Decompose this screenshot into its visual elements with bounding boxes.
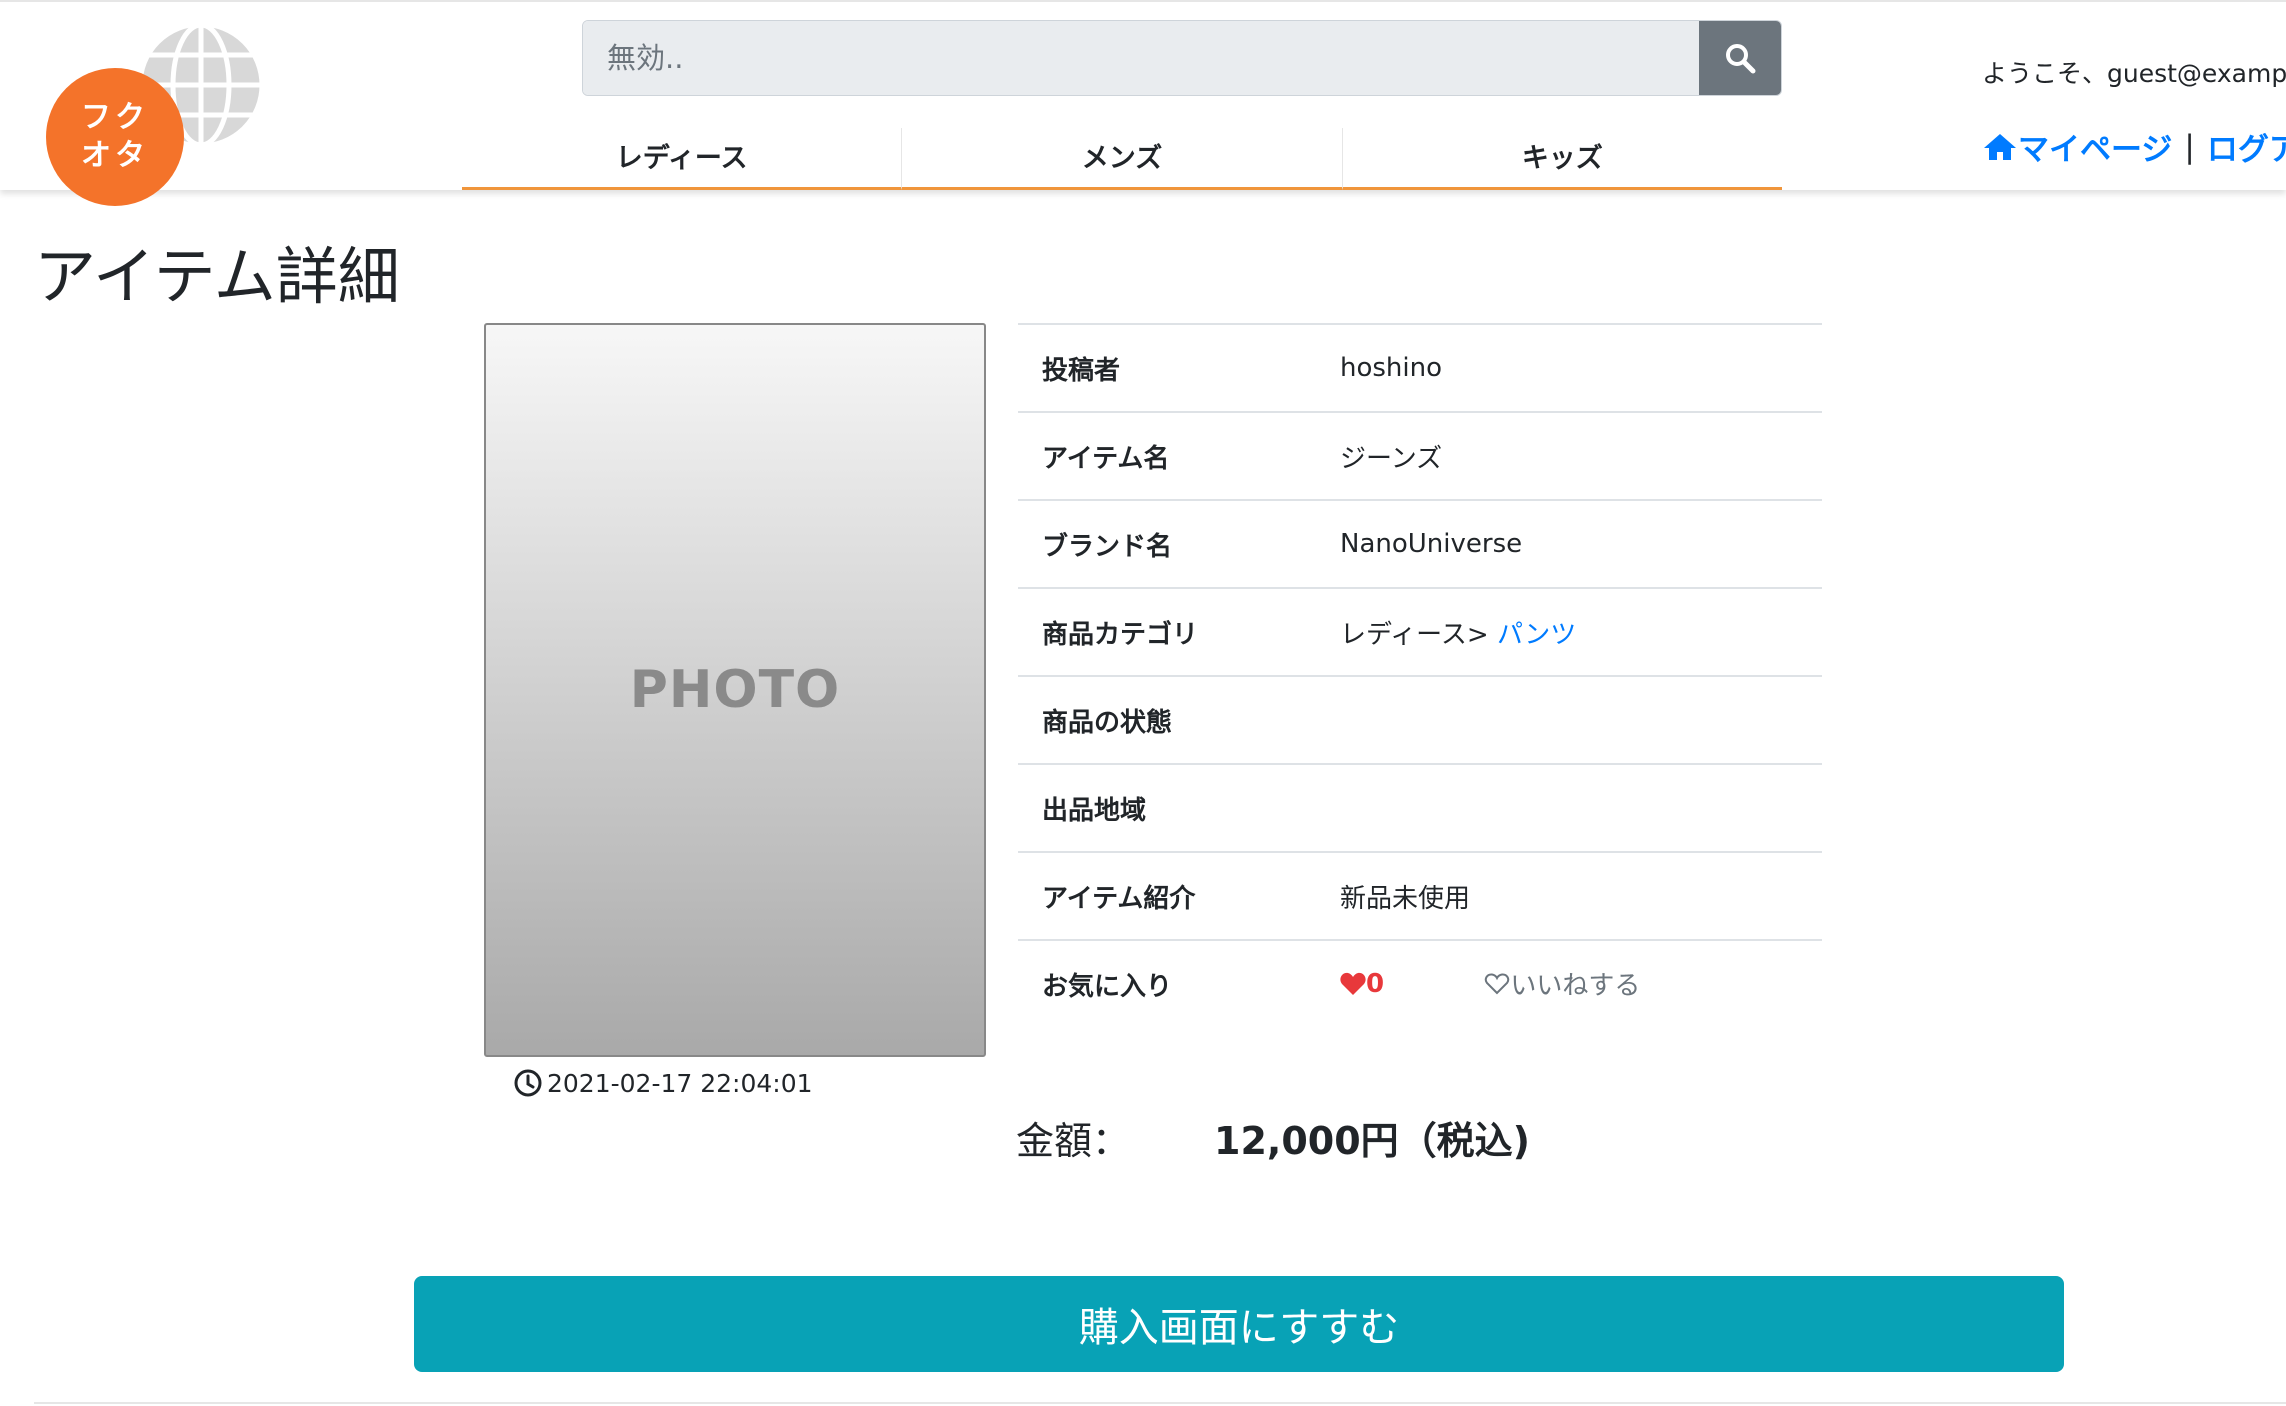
search-button[interactable]: [1699, 21, 1781, 95]
page-title: アイテム詳細: [34, 240, 400, 313]
search-input[interactable]: [583, 21, 1699, 95]
category-key: 商品カテゴリ: [1018, 587, 1316, 676]
logo-text-line1: フク: [81, 100, 149, 135]
site-header: フク オタ レディース メンズ キッズ ようこそ、guest@examp マイペ…: [0, 0, 2286, 206]
search-icon: [1726, 44, 1756, 74]
price-value: 12,000円（税込): [1214, 1119, 1531, 1163]
item-photo: PHOTO: [484, 323, 986, 1057]
brand-value: NanoUniverse: [1316, 499, 1822, 588]
favorite-key: お気に入り: [1018, 939, 1316, 1027]
category-nav: レディース メンズ キッズ: [462, 128, 1782, 190]
mypage-label: マイページ: [2018, 132, 2173, 168]
footer-divider: [34, 1402, 2286, 1404]
like-label: いいねする: [1510, 971, 1641, 1002]
favorite-count-value: 0: [1366, 968, 1385, 999]
price-row: 金額： 12,000円（税込): [1016, 1110, 1530, 1165]
favorite-value: 0 いいねする: [1316, 939, 1822, 1027]
logo-text-line2: オタ: [81, 138, 149, 173]
link-separator: |: [2184, 128, 2195, 165]
region-value: [1316, 763, 1822, 852]
category-value: レディース> パンツ: [1316, 587, 1822, 676]
item-name-value: ジーンズ: [1316, 411, 1822, 500]
table-row: お気に入り 0 いいねする: [1018, 939, 1822, 1027]
intro-key: アイテム紹介: [1018, 851, 1316, 940]
welcome-text: ようこそ、guest@examp: [1982, 59, 2286, 88]
posted-timestamp: 2021-02-17 22:04:01: [513, 1068, 813, 1098]
photo-placeholder-label: PHOTO: [629, 660, 841, 720]
mypage-link[interactable]: マイページ: [1982, 124, 2172, 169]
search-bar: [582, 20, 1782, 96]
table-row: 出品地域: [1018, 763, 1822, 852]
condition-value: [1316, 675, 1822, 764]
condition-key: 商品の状態: [1018, 675, 1316, 764]
logo-badge: フク オタ: [46, 68, 184, 206]
region-key: 出品地域: [1018, 763, 1316, 852]
site-logo[interactable]: フク オタ: [46, 20, 276, 206]
favorite-count: 0: [1340, 969, 1384, 999]
tab-mens[interactable]: メンズ: [902, 128, 1343, 190]
price-label: 金額：: [1016, 1119, 1131, 1163]
intro-value: 新品未使用: [1316, 851, 1822, 940]
brand-key: ブランド名: [1018, 499, 1316, 588]
heart-outline-icon: [1485, 973, 1510, 995]
tab-kids[interactable]: キッズ: [1342, 128, 1782, 190]
table-row: アイテム紹介 新品未使用: [1018, 851, 1822, 940]
table-row: ブランド名 NanoUniverse: [1018, 499, 1822, 588]
category-child-link[interactable]: パンツ: [1497, 620, 1576, 650]
proceed-to-purchase-button[interactable]: 購入画面にすすむ: [414, 1276, 2064, 1372]
poster-value: hoshino: [1316, 323, 1822, 412]
logout-link[interactable]: ログア: [2207, 124, 2286, 169]
item-name-key: アイテム名: [1018, 411, 1316, 500]
table-row: 投稿者 hoshino: [1018, 323, 1822, 412]
poster-key: 投稿者: [1018, 323, 1316, 412]
table-row: 商品の状態: [1018, 675, 1822, 764]
item-details-table: 投稿者 hoshino アイテム名 ジーンズ ブランド名 NanoUnivers…: [1018, 323, 1822, 1027]
like-button[interactable]: いいねする: [1484, 965, 1640, 1002]
heart-filled-icon: [1340, 972, 1366, 995]
user-links: マイページ | ログア: [1982, 124, 2286, 169]
timestamp-text: 2021-02-17 22:04:01: [547, 1068, 813, 1098]
category-parent: レディース>: [1340, 619, 1489, 650]
clock-icon: [514, 1069, 542, 1097]
home-icon: [1984, 133, 2016, 160]
tab-ladies[interactable]: レディース: [462, 128, 903, 190]
table-row: アイテム名 ジーンズ: [1018, 411, 1822, 500]
table-row: 商品カテゴリ レディース> パンツ: [1018, 587, 1822, 676]
